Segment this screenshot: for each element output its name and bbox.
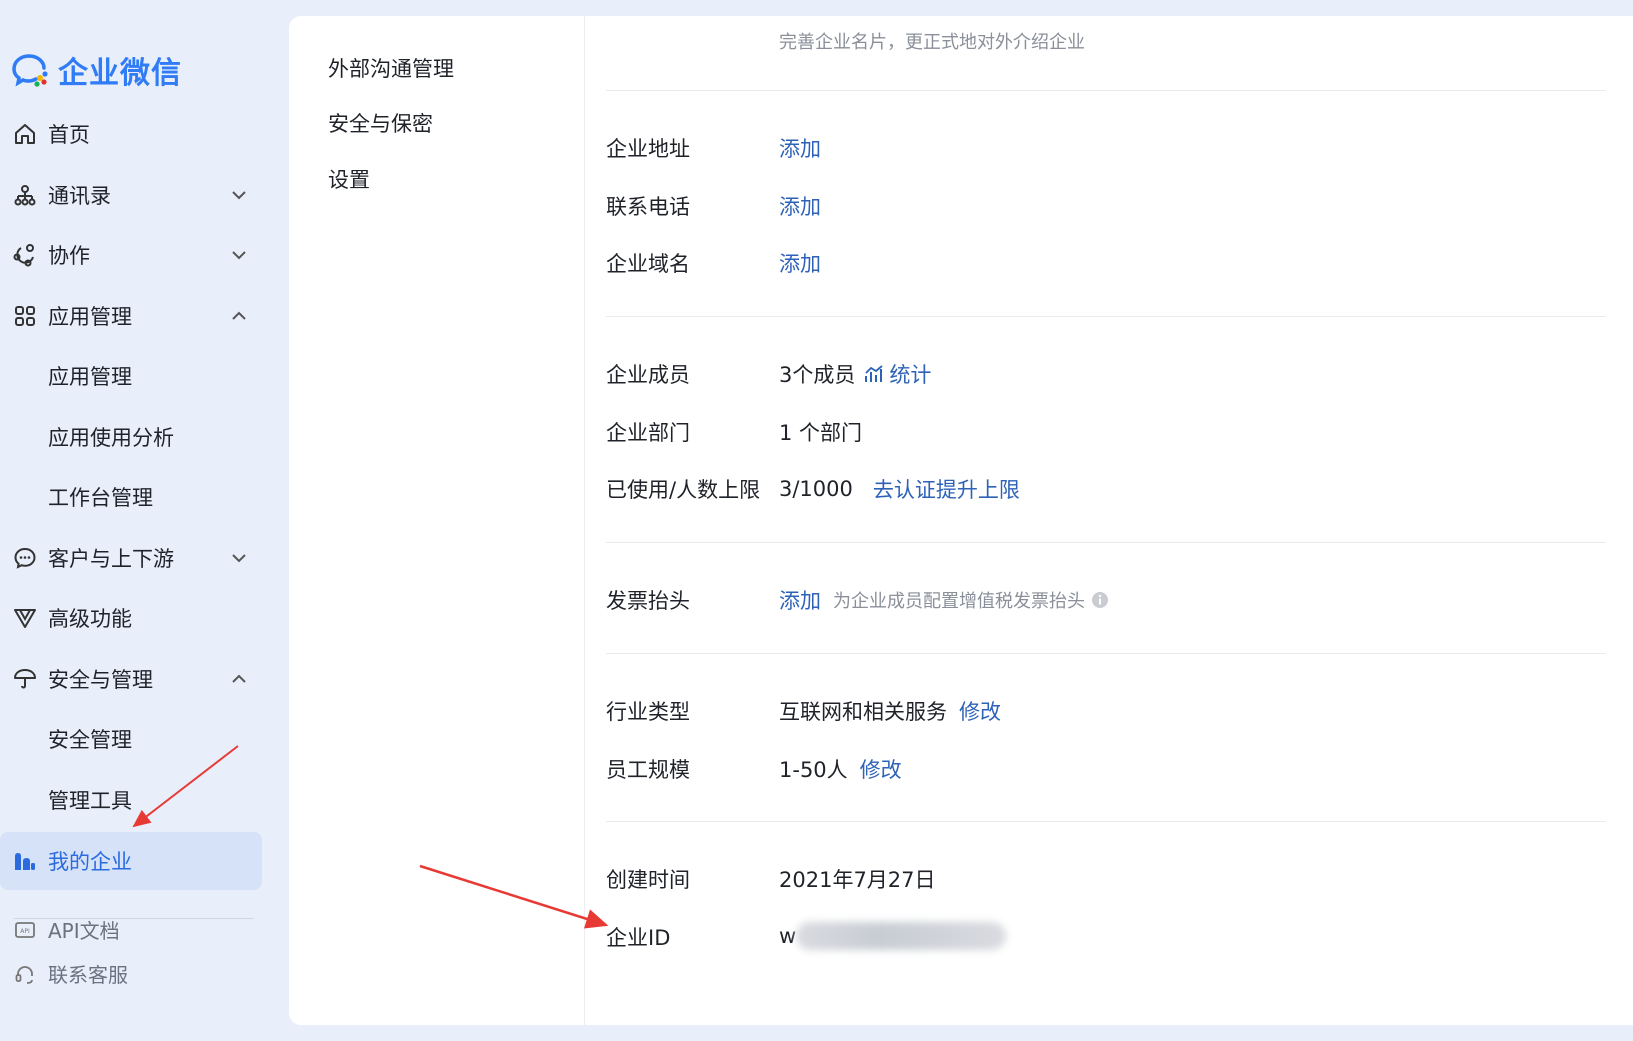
- main-panel: 外部沟通管理 安全与保密 设置 完善企业名片，更正式地对外介绍企业 企业地址 添…: [289, 16, 1633, 1025]
- industry-value: 互联网和相关服务 修改: [779, 696, 1001, 726]
- corp-id-prefix: w: [779, 924, 797, 948]
- edit-industry-link[interactable]: 修改: [959, 696, 1001, 726]
- departments-value: 1 个部门: [779, 421, 863, 445]
- info-content: 完善企业名片，更正式地对外介绍企业 企业地址 添加 联系电话 添加 企业域名 添…: [0, 16, 1606, 1025]
- section-divider: [606, 90, 1606, 91]
- member-limit-value: 3/1000 去认证提升上限: [779, 474, 1020, 504]
- scale-label: 员工规模: [606, 758, 690, 782]
- add-phone-link[interactable]: 添加: [779, 191, 821, 221]
- member-limit-label: 已使用/人数上限: [606, 478, 761, 502]
- corp-id-value[interactable]: w: [779, 922, 1007, 950]
- add-domain-link[interactable]: 添加: [779, 248, 821, 278]
- scale-value: 1-50人 修改: [779, 754, 902, 784]
- phone-value: 添加: [779, 191, 821, 221]
- invoice-label: 发票抬头: [606, 589, 690, 613]
- add-address-link[interactable]: 添加: [779, 133, 821, 163]
- section-divider: [606, 542, 1606, 543]
- employee-scale: 1-50人: [779, 758, 848, 782]
- industry-label: 行业类型: [606, 700, 690, 724]
- edit-scale-link[interactable]: 修改: [860, 754, 902, 784]
- members-value: 3个成员 统计: [779, 359, 931, 389]
- member-limit-count: 3/1000: [779, 477, 853, 501]
- industry-type: 互联网和相关服务: [779, 700, 947, 724]
- add-invoice-link[interactable]: 添加: [779, 585, 821, 615]
- invoice-hint: 为企业成员配置增值税发票抬头: [833, 591, 1085, 612]
- section-divider: [606, 821, 1606, 822]
- domain-label: 企业域名: [606, 252, 690, 276]
- info-icon[interactable]: [1091, 591, 1109, 609]
- members-label: 企业成员: [606, 363, 690, 387]
- business-card-note: 完善企业名片，更正式地对外介绍企业: [779, 32, 1085, 53]
- section-divider: [606, 316, 1606, 317]
- created-time-value: 2021年7月27日: [779, 868, 936, 892]
- statistics-link[interactable]: 统计: [889, 359, 931, 389]
- phone-label: 联系电话: [606, 195, 690, 219]
- domain-value: 添加: [779, 248, 821, 278]
- address-label: 企业地址: [606, 137, 690, 161]
- verify-raise-limit-link[interactable]: 去认证提升上限: [873, 474, 1020, 504]
- section-divider: [606, 653, 1606, 654]
- address-value: 添加: [779, 133, 821, 163]
- corp-id-label: 企业ID: [606, 926, 671, 950]
- departments-label: 企业部门: [606, 421, 690, 445]
- invoice-value: 添加 为企业成员配置增值税发票抬头: [779, 585, 1109, 615]
- members-count: 3个成员: [779, 363, 856, 387]
- created-time-label: 创建时间: [606, 868, 690, 892]
- corp-id-blurred: [796, 922, 1007, 950]
- statistics-icon[interactable]: [863, 363, 885, 385]
